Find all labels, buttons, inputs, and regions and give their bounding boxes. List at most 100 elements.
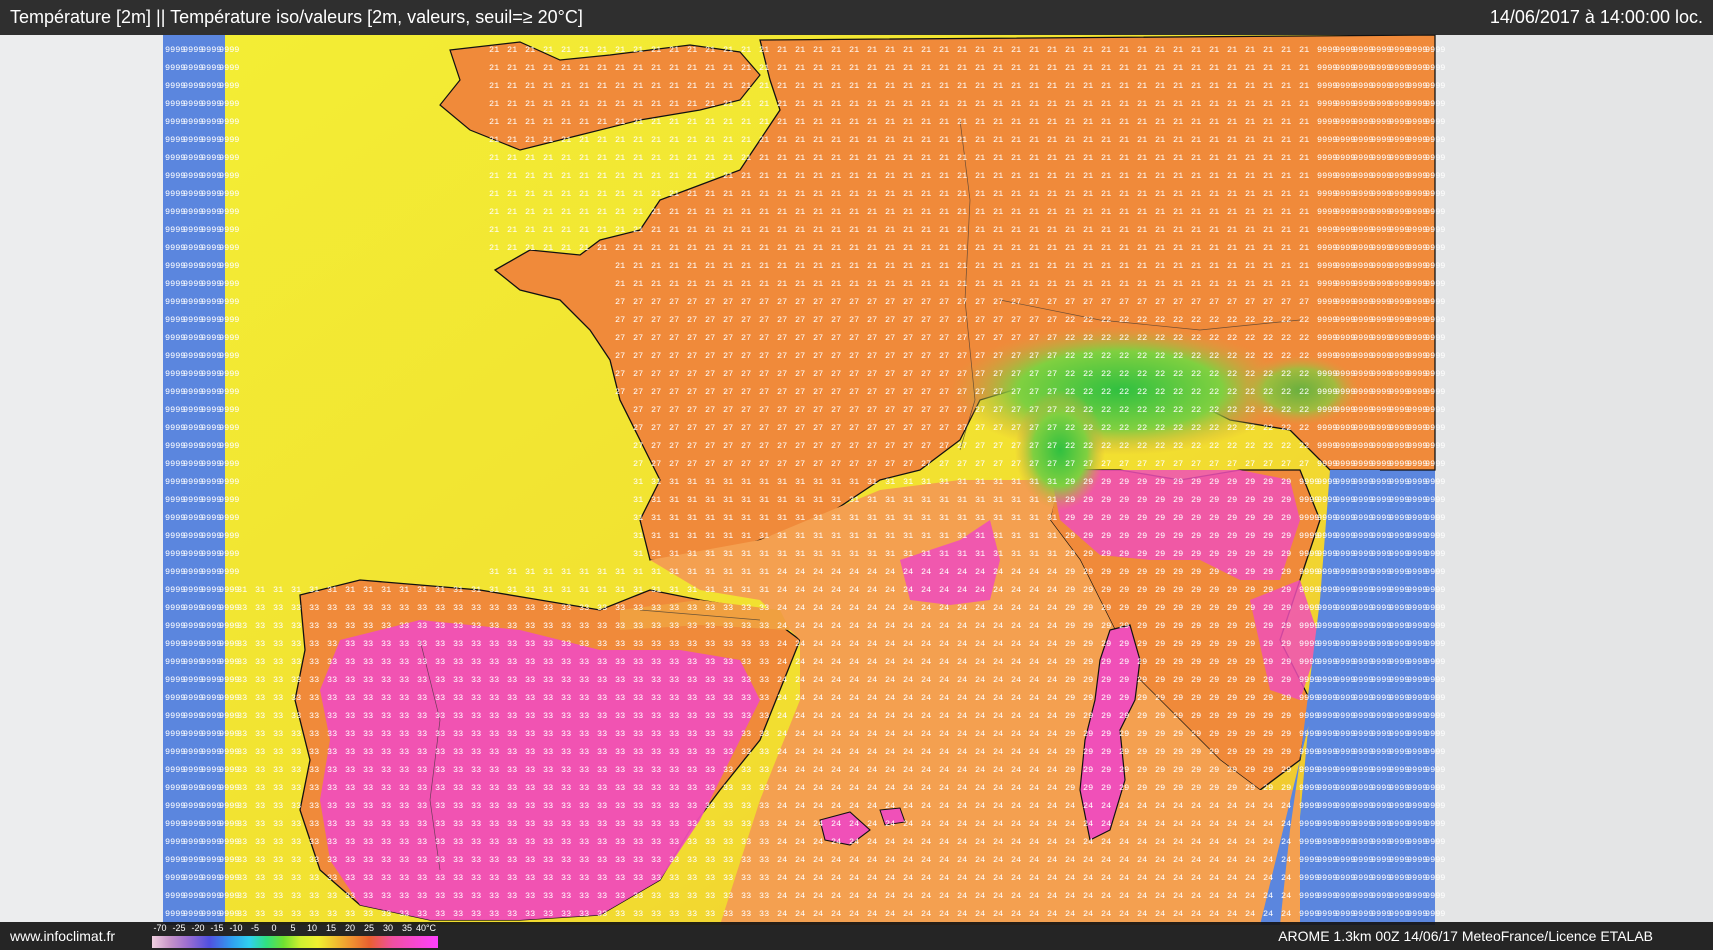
legend-tick: 5 [290, 923, 295, 933]
grid-value: 24 [939, 603, 949, 613]
grid-value: 21 [651, 225, 661, 235]
grid-value: 21 [1191, 63, 1201, 73]
grid-value: 33 [327, 747, 337, 757]
grid-value: 33 [741, 909, 751, 919]
grid-value: 27 [1137, 297, 1147, 307]
grid-value: 9999 [1425, 873, 1445, 883]
grid-value: 9999 [219, 189, 239, 199]
grid-value: 27 [615, 315, 625, 325]
grid-value: 22 [1227, 333, 1237, 343]
grid-value: 24 [903, 855, 913, 865]
grid-value: 27 [939, 297, 949, 307]
grid-value: 24 [1047, 621, 1057, 631]
grid-value: 33 [579, 783, 589, 793]
grid-value: 33 [417, 819, 427, 829]
grid-value: 21 [1083, 171, 1093, 181]
grid-value: 33 [633, 639, 643, 649]
grid-value: 9999 [219, 387, 239, 397]
grid-value: 29 [1155, 747, 1165, 757]
grid-value: 29 [1101, 549, 1111, 559]
grid-value: 33 [723, 873, 733, 883]
grid-value: 24 [831, 783, 841, 793]
grid-value: 22 [1281, 441, 1291, 451]
grid-value: 21 [921, 117, 931, 127]
grid-value: 29 [1209, 783, 1219, 793]
grid-value: 21 [1263, 99, 1273, 109]
grid-value: 24 [939, 837, 949, 847]
grid-value: 24 [1011, 909, 1021, 919]
grid-value: 33 [741, 747, 751, 757]
grid-value: 33 [273, 765, 283, 775]
grid-value: 33 [723, 765, 733, 775]
grid-value: 27 [849, 297, 859, 307]
grid-value: 29 [1173, 495, 1183, 505]
grid-value: 24 [1227, 855, 1237, 865]
grid-value: 9999 [1425, 747, 1445, 757]
legend-tick: -10 [229, 923, 242, 933]
grid-value: 21 [831, 243, 841, 253]
grid-value: 24 [1083, 855, 1093, 865]
grid-value: 24 [885, 639, 895, 649]
grid-value: 29 [1155, 711, 1165, 721]
grid-value: 21 [867, 189, 877, 199]
grid-value: 21 [741, 261, 751, 271]
grid-value: 24 [1119, 837, 1129, 847]
grid-value: 22 [1299, 387, 1309, 397]
grid-value: 31 [795, 549, 805, 559]
grid-value: 24 [993, 801, 1003, 811]
grid-value: 24 [867, 621, 877, 631]
grid-value: 9999 [1425, 495, 1445, 505]
grid-value: 24 [813, 621, 823, 631]
grid-value: 27 [687, 423, 697, 433]
grid-value: 33 [435, 855, 445, 865]
grid-value: 33 [723, 855, 733, 865]
grid-value: 29 [1101, 693, 1111, 703]
grid-value: 21 [957, 279, 967, 289]
grid-value: 27 [939, 441, 949, 451]
grid-value: 21 [1191, 189, 1201, 199]
grid-value: 24 [1065, 891, 1075, 901]
grid-value: 27 [939, 315, 949, 325]
grid-value: 33 [669, 621, 679, 631]
grid-value: 21 [1209, 117, 1219, 127]
grid-value: 27 [939, 459, 949, 469]
grid-value: 33 [489, 801, 499, 811]
grid-value: 33 [345, 657, 355, 667]
grid-value: 33 [417, 765, 427, 775]
grid-value: 21 [1245, 261, 1255, 271]
grid-value: 33 [705, 657, 715, 667]
grid-value: 24 [831, 639, 841, 649]
grid-value: 31 [309, 585, 319, 595]
grid-value: 24 [1263, 909, 1273, 919]
map-canvas[interactable]: 9999 9999 9999 9999 21 21 21 21 21 21 21 21 21 21 21 21… [0, 0, 1713, 950]
grid-value: 24 [1281, 873, 1291, 883]
weather-map[interactable]: 9999 9999 9999 9999 21 21 21 21 21 21 21 21 21 21 21 21… [0, 0, 1713, 950]
grid-value: 21 [1011, 171, 1021, 181]
grid-value: 21 [615, 153, 625, 163]
grid-value: 21 [489, 171, 499, 181]
grid-value: 24 [1011, 693, 1021, 703]
site-link[interactable]: www.infoclimat.fr [10, 928, 115, 944]
grid-value: 24 [993, 873, 1003, 883]
grid-value: 21 [1191, 81, 1201, 91]
grid-value: 33 [489, 729, 499, 739]
grid-value: 33 [489, 675, 499, 685]
grid-value: 27 [669, 459, 679, 469]
grid-value: 21 [1227, 171, 1237, 181]
grid-value: 24 [777, 639, 787, 649]
grid-value: 21 [489, 243, 499, 253]
grid-value: 22 [1281, 351, 1291, 361]
grid-value: 24 [867, 747, 877, 757]
grid-value: 24 [993, 765, 1003, 775]
grid-value: 31 [903, 549, 913, 559]
grid-value: 31 [435, 585, 445, 595]
grid-value: 27 [687, 369, 697, 379]
grid-value: 33 [579, 909, 589, 919]
grid-value: 21 [1011, 207, 1021, 217]
grid-value: 27 [849, 459, 859, 469]
grid-value: 21 [579, 243, 589, 253]
grid-value: 22 [1209, 315, 1219, 325]
grid-value: 27 [831, 333, 841, 343]
grid-value: 29 [1209, 675, 1219, 685]
grid-value: 31 [849, 477, 859, 487]
